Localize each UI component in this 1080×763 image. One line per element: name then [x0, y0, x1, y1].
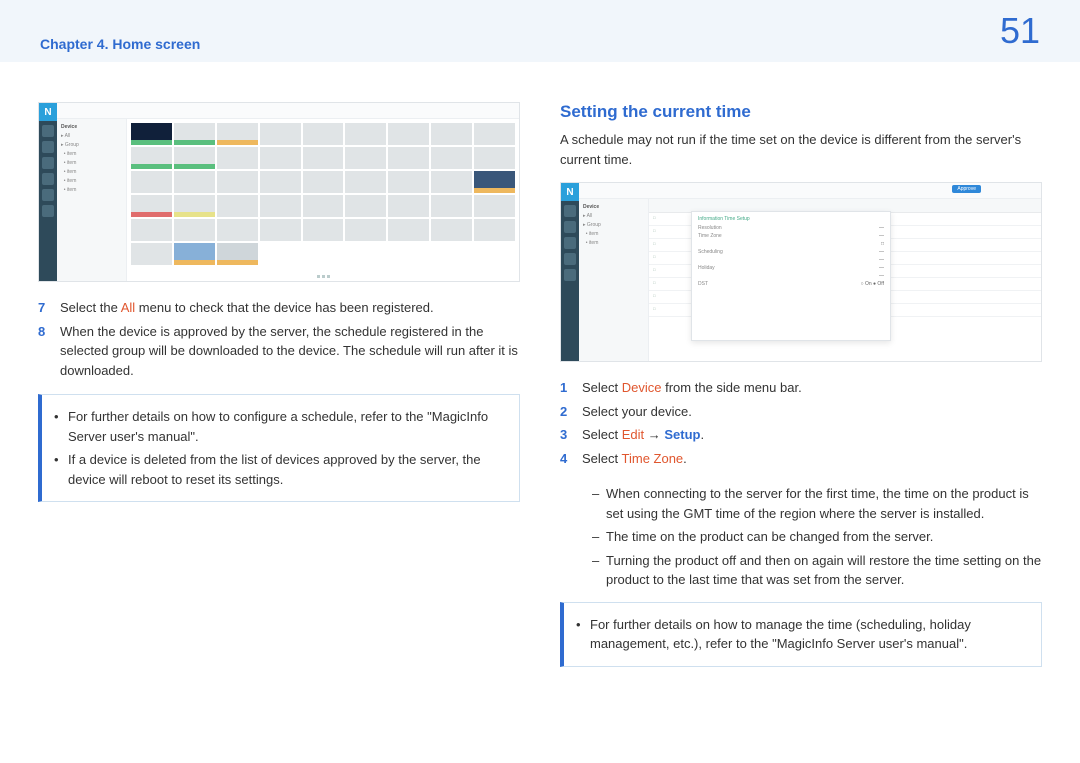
step-text: Select Time Zone. [582, 449, 687, 469]
text: Select the [60, 300, 121, 315]
page-header: Chapter 4. Home screen 51 [0, 0, 1080, 62]
dash-item: The time on the product can be changed f… [592, 525, 1042, 549]
right-dash-list: When connecting to the server for the fi… [560, 482, 1042, 592]
step-4: 4 Select Time Zone. [560, 447, 1042, 471]
step-number: 4 [560, 449, 572, 469]
step-text: Select the All menu to check that the de… [60, 298, 434, 318]
note-item: For further details on how to manage the… [576, 613, 1027, 656]
arrow: → [644, 427, 664, 442]
sidebar-icon [42, 189, 54, 201]
text: Select [582, 451, 622, 466]
sidebar-icon [564, 269, 576, 281]
text: menu to check that the device has been r… [135, 300, 433, 315]
step-text: When the device is approved by the serve… [60, 322, 520, 381]
mock-topbar [57, 103, 519, 119]
sidebar-icon [564, 221, 576, 233]
mock-sidebar: N [39, 103, 57, 281]
left-note-box: For further details on how to configure … [38, 394, 520, 502]
accent-text: All [121, 300, 135, 315]
step-text: Select Edit → Setup. [582, 425, 704, 445]
text: Select [582, 380, 622, 395]
sidebar-icon [564, 253, 576, 265]
step-3: 3 Select Edit → Setup. [560, 423, 1042, 447]
step-1: 1 Select Device from the side menu bar. [560, 376, 1042, 400]
mock-thumbnails [127, 119, 519, 271]
sidebar-icon [564, 237, 576, 249]
right-column: Setting the current time A schedule may … [560, 102, 1042, 667]
note-item: For further details on how to configure … [54, 405, 505, 448]
step-number: 1 [560, 378, 572, 398]
section-heading: Setting the current time [560, 102, 1042, 122]
dash-item: Turning the product off and then on agai… [592, 549, 1042, 592]
chapter-label: Chapter 4. Home screen [40, 36, 200, 52]
panel-tabs: Information Time Setup [698, 216, 884, 222]
step-number: 2 [560, 402, 572, 422]
sidebar-icon [42, 157, 54, 169]
sidebar-icon [42, 141, 54, 153]
nav-heading: Device [61, 123, 122, 132]
step-8: 8 When the device is approved by the ser… [38, 320, 520, 383]
text: . [701, 427, 705, 442]
mock-topbar: Approve [579, 183, 1041, 199]
logo-icon: N [561, 183, 579, 201]
mock-nav-tree: Device ▸ All▸ Group • item • item • item… [57, 119, 127, 281]
screenshot-device-grid: N Device ▸ All▸ Group • item • item • it… [38, 102, 520, 282]
note-item: If a device is deleted from the list of … [54, 448, 505, 491]
sidebar-icon [42, 205, 54, 217]
approve-button-mock: Approve [952, 185, 981, 193]
accent-link-text: Setup [664, 427, 700, 442]
accent-text: Device [622, 380, 662, 395]
mock-nav-tree: Device ▸ All▸ Group • item • item [579, 199, 649, 361]
step-7: 7 Select the All menu to check that the … [38, 296, 520, 320]
accent-text: Time Zone [622, 451, 684, 466]
page-number: 51 [1000, 10, 1040, 52]
text: . [683, 451, 687, 466]
sidebar-icon [42, 125, 54, 137]
mock-pager [127, 271, 519, 281]
sidebar-icon [564, 205, 576, 217]
accent-text: Edit [622, 427, 644, 442]
step-text: Select your device. [582, 402, 692, 422]
screenshot-time-settings: N Approve Device ▸ All▸ Group • item • i… [560, 182, 1042, 362]
page-content: N Device ▸ All▸ Group • item • item • it… [0, 62, 1080, 687]
left-column: N Device ▸ All▸ Group • item • item • it… [38, 102, 520, 667]
right-note-box: For further details on how to manage the… [560, 602, 1042, 667]
mock-sidebar: N [561, 183, 579, 361]
sidebar-icon [42, 173, 54, 185]
step-text: Select Device from the side menu bar. [582, 378, 802, 398]
step-2: 2 Select your device. [560, 400, 1042, 424]
step-number: 8 [38, 322, 50, 381]
nav-heading: Device [583, 203, 644, 212]
text: from the side menu bar. [662, 380, 802, 395]
dash-item: When connecting to the server for the fi… [592, 482, 1042, 525]
step-number: 7 [38, 298, 50, 318]
left-ordered-list: 7 Select the All menu to check that the … [38, 296, 520, 382]
mock-setup-panel: Information Time Setup Resolution— Time … [691, 211, 891, 341]
step-number: 3 [560, 425, 572, 445]
section-paragraph: A schedule may not run if the time set o… [560, 130, 1042, 170]
right-ordered-list: 1 Select Device from the side menu bar. … [560, 376, 1042, 470]
logo-icon: N [39, 103, 57, 121]
text: Select [582, 427, 622, 442]
time-zone-label: Time Zone [698, 233, 722, 239]
